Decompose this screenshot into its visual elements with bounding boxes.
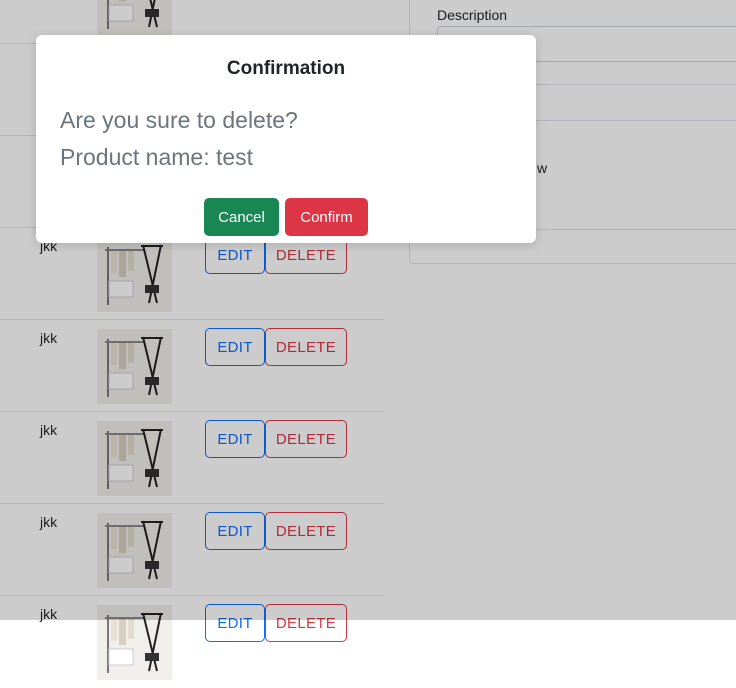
confirm-button[interactable]: Confirm — [285, 198, 368, 236]
dialog-product-name: Product name: test — [60, 144, 254, 170]
confirmation-dialog: Confirmation Are you sure to delete? Pro… — [36, 35, 536, 243]
dialog-title: Confirmation — [226, 58, 346, 79]
dialog-actions: Cancel Confirm — [204, 198, 368, 236]
dialog-question: Are you sure to delete? — [60, 107, 298, 133]
cancel-button[interactable]: Cancel — [204, 198, 279, 236]
